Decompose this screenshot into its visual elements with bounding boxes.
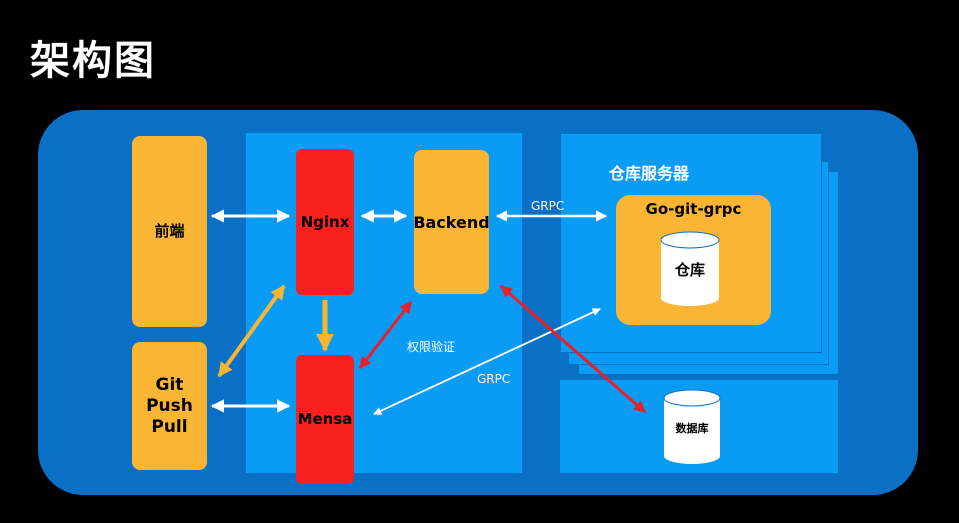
database-label: 数据库: [675, 422, 709, 435]
arrow-mensa-gogit: [373, 308, 601, 415]
repo-db-label: 仓库: [674, 261, 705, 279]
grpc-mid-label: GRPC: [477, 372, 511, 386]
grpc-top-label: GRPC: [531, 199, 565, 213]
arrow-nginx-git: [217, 284, 286, 378]
auth-label: 权限验证: [407, 340, 456, 354]
arrow-mensa-backend-auth: [358, 301, 413, 369]
diagram-edges: [210, 209, 721, 464]
arrow-backend-database: [500, 284, 646, 414]
